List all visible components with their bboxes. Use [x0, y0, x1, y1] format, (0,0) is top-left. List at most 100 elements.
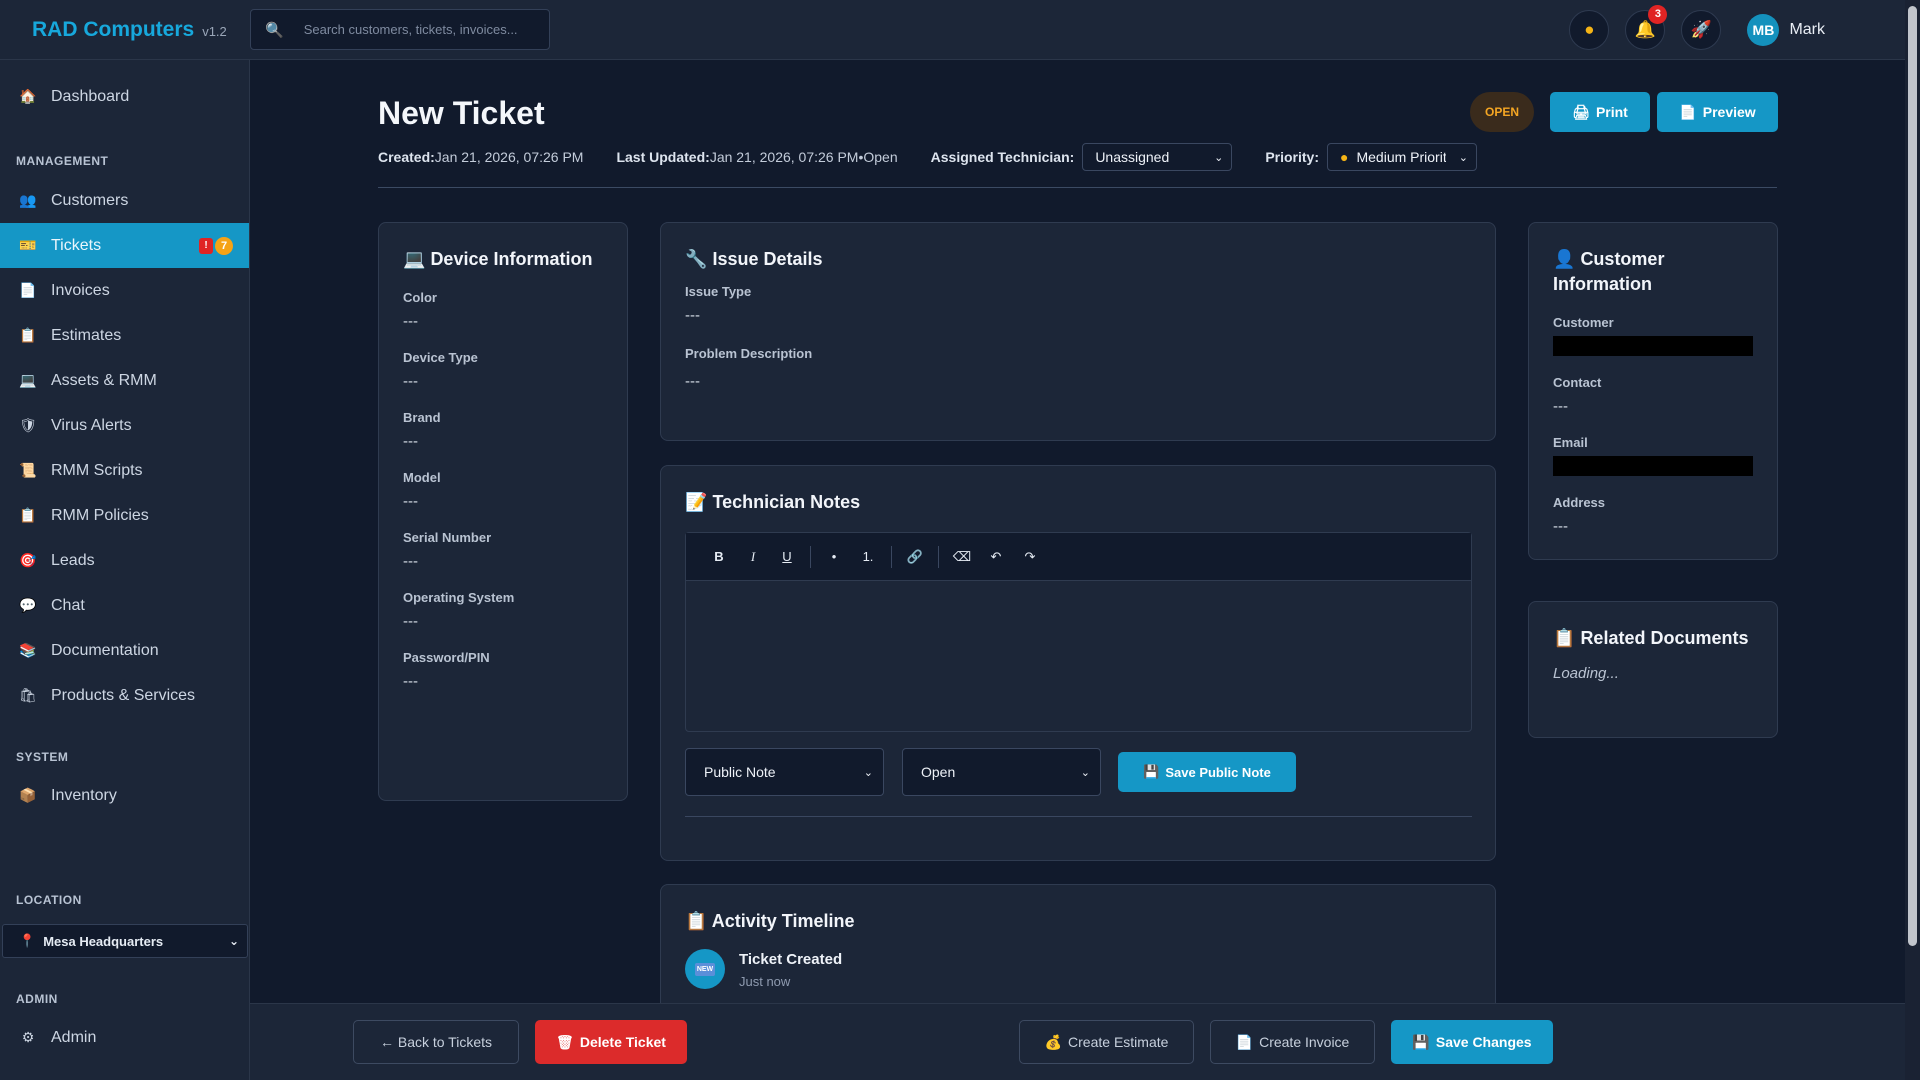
device-field-serial: Serial Number --- — [403, 530, 492, 570]
document-icon: 📄 — [1679, 103, 1697, 120]
sidebar-item-dashboard[interactable]: 🏠 Dashboard — [0, 74, 249, 119]
chevron-down-icon: ⌄ — [1080, 766, 1090, 779]
shopping-bag-icon: 🛍 — [19, 687, 37, 703]
topbar-actions: ● 🔔 3 🚀 MB Mark — [1569, 4, 1905, 50]
note-type-select[interactable]: Public Note ⌄ — [685, 748, 884, 796]
sidebar-item-admin[interactable]: ⚙ Admin — [0, 1015, 249, 1060]
gear-icon: ⚙ — [21, 1029, 35, 1045]
sidebar-item-customers[interactable]: 👥 Customers — [0, 178, 249, 223]
sidebar-item-assets-rmm[interactable]: 💻 Assets & RMM — [0, 358, 249, 403]
shield-icon: 🛡 — [19, 417, 37, 433]
sun-icon: ● — [1584, 19, 1595, 39]
scrollbar-thumb[interactable] — [1908, 6, 1917, 946]
avatar: MB — [1747, 13, 1780, 46]
note-type-value: Public Note — [704, 764, 776, 780]
preview-button[interactable]: 📄 Preview — [1657, 92, 1778, 132]
top-bar: RAD Computers v1.2 🔍 ● 🔔 3 🚀 MB Mark — [0, 0, 1905, 60]
sidebar-item-chat[interactable]: 💬 Chat — [0, 583, 249, 628]
print-button[interactable]: 🖨 Print — [1550, 92, 1650, 132]
updated-label: Last Updated: — [616, 149, 710, 165]
sidebar-item-inventory[interactable]: 📦 Inventory — [0, 773, 249, 818]
brand[interactable]: RAD Computers v1.2 — [0, 18, 250, 42]
rocket-icon: 🚀 — [1690, 19, 1713, 39]
preview-label: Preview — [1702, 104, 1756, 120]
quick-launch-button[interactable]: 🚀 — [1681, 9, 1722, 50]
sidebar-item-leads[interactable]: 🎯 Leads — [0, 538, 249, 583]
note-status-value: Open — [921, 764, 956, 780]
numbered-list-button[interactable]: 1. — [851, 549, 885, 564]
customer-info-title: 👤 Customer Information — [1553, 249, 1665, 294]
laptop-icon: 💻 — [19, 372, 37, 388]
alert-badge: ! — [199, 237, 213, 254]
main-content: New Ticket Created: Jan 21, 2026, 07:26 … — [250, 60, 1905, 1080]
sidebar-item-products-services[interactable]: 🛍 Products & Services — [0, 673, 249, 718]
priority-dot-icon: ● — [1340, 149, 1349, 165]
device-info-title: 💻 Device Information — [403, 249, 593, 269]
back-to-tickets-button[interactable]: ← Back to Tickets — [353, 1020, 519, 1064]
bottom-action-bar: ← Back to Tickets 🗑 Delete Ticket 💰 Crea… — [250, 1003, 1905, 1080]
bullet-list-button[interactable]: • — [817, 549, 851, 564]
sidebar-item-label: Assets & RMM — [51, 371, 157, 389]
global-search[interactable]: 🔍 — [250, 9, 550, 50]
sidebar-item-estimates[interactable]: 📋 Estimates — [0, 313, 249, 358]
clear-format-icon[interactable]: ⌫ — [945, 549, 979, 565]
notifications-button[interactable]: 🔔 3 — [1625, 4, 1668, 50]
create-invoice-button[interactable]: 📄 Create Invoice — [1210, 1020, 1375, 1064]
notes-divider — [685, 816, 1472, 817]
chevron-down-icon: ⌄ — [1458, 151, 1468, 164]
print-label: Print — [1595, 104, 1628, 120]
sidebar-item-label: Invoices — [51, 281, 110, 299]
timeline-item-time: Just now — [739, 974, 791, 989]
device-field-password: Password/PIN --- — [403, 650, 490, 690]
issue-details-card: 🔧 Issue Details Issue Type --- Problem D… — [660, 222, 1496, 441]
notes-editor-area[interactable] — [686, 581, 1471, 731]
memo-icon: 📝 — [685, 492, 708, 512]
timeline-item: NEW Ticket Created Just now — [685, 949, 842, 989]
sidebar-item-rmm-scripts[interactable]: 📜 RMM Scripts — [0, 448, 249, 493]
note-status-select[interactable]: Open ⌄ — [902, 748, 1101, 796]
tickets-badges: ! 7 — [199, 236, 233, 255]
create-estimate-button[interactable]: 💰 Create Estimate — [1019, 1020, 1194, 1064]
sidebar-item-label: Chat — [51, 596, 85, 614]
floppy-icon: 💾 — [1412, 1033, 1430, 1050]
search-input[interactable] — [303, 22, 534, 37]
editor-toolbar: B I U • 1. 🔗 ⌫ ↶ ↷ — [686, 533, 1471, 581]
link-icon[interactable]: 🔗 — [898, 549, 932, 565]
wrench-icon: 🔧 — [685, 249, 708, 269]
technician-select[interactable]: Unassigned ⌄ — [1082, 143, 1233, 171]
updated-value: Jan 21, 2026, 07:26 PM — [709, 149, 859, 165]
save-public-note-button[interactable]: 💾 Save Public Note — [1118, 752, 1296, 792]
sidebar-item-documentation[interactable]: 📚 Documentation — [0, 628, 249, 673]
clipboard-icon: 📋 — [19, 327, 37, 343]
section-label-admin: ADMIN — [16, 992, 58, 1006]
sidebar-item-virus-alerts[interactable]: 🛡 Virus Alerts — [0, 403, 249, 448]
scrollbar[interactable] — [1905, 0, 1920, 1080]
bold-button[interactable]: B — [702, 549, 736, 564]
pin-icon: 📍 — [19, 933, 36, 948]
delete-ticket-button[interactable]: 🗑 Delete Ticket — [535, 1020, 687, 1064]
sidebar-item-invoices[interactable]: 📄 Invoices — [0, 268, 249, 313]
italic-button[interactable]: I — [736, 549, 770, 565]
brand-version: v1.2 — [202, 23, 227, 39]
save-changes-button[interactable]: 💾 Save Changes — [1391, 1020, 1553, 1064]
location-select[interactable]: 📍 Mesa Headquarters ⌄ — [2, 924, 248, 958]
undo-icon[interactable]: ↶ — [979, 549, 1013, 565]
sidebar-item-tickets[interactable]: 🎫 Tickets ! 7 — [0, 223, 249, 268]
priority-select[interactable]: ● Medium Priorit ⌄ — [1327, 143, 1477, 171]
person-icon: 👤 — [1553, 249, 1576, 269]
redo-icon[interactable]: ↷ — [1013, 549, 1047, 565]
device-field-type: Device Type --- — [403, 350, 478, 390]
sidebar-item-label: RMM Scripts — [51, 461, 143, 479]
trash-icon: 🗑 — [556, 1033, 574, 1050]
theme-toggle-button[interactable]: ● — [1569, 9, 1610, 50]
underline-button[interactable]: U — [770, 549, 804, 564]
sidebar-item-rmm-policies[interactable]: 📋 RMM Policies — [0, 493, 249, 538]
email-field: Email — [1553, 435, 1763, 495]
related-documents-title: 📋 Related Documents — [1553, 628, 1749, 648]
priority-value: Medium Priorit — [1356, 149, 1447, 165]
user-menu[interactable]: MB Mark — [1747, 13, 1825, 46]
search-icon: 🔍 — [265, 21, 284, 39]
ticket-icon: 🎫 — [19, 237, 37, 253]
problem-description-field: Problem Description --- — [685, 346, 813, 390]
section-label-system: SYSTEM — [16, 750, 69, 764]
